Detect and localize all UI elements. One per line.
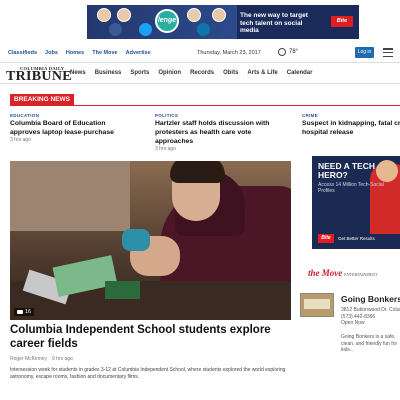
- timestamp: 9 hrs ago: [51, 356, 73, 362]
- sun-icon: [278, 48, 286, 56]
- ad-logo: lenge: [155, 9, 179, 33]
- nav-arts-life[interactable]: Arts & Life: [247, 70, 277, 76]
- main-story-title[interactable]: Columbia Independent School students exp…: [10, 323, 295, 351]
- business-description: Going Bonkers is a safe, clean, and frie…: [341, 334, 398, 353]
- top-banner-ad[interactable]: lenge The new way to target tech talent …: [87, 5, 359, 39]
- breaking-item[interactable]: POLITICS Hartzler staff holds discussion…: [155, 113, 290, 152]
- link-the-move[interactable]: The Move: [92, 50, 117, 56]
- item-title[interactable]: Hartzler staff holds discussion with pro…: [155, 119, 290, 146]
- camera-icon: [17, 310, 23, 314]
- temperature: 78°: [289, 49, 299, 55]
- ad-face: [97, 8, 111, 22]
- item-category: EDUCATION: [10, 113, 40, 118]
- item-category: CRIME: [302, 113, 318, 118]
- link-homes[interactable]: Homes: [66, 50, 84, 56]
- twitter-icon: [139, 23, 152, 36]
- ad-face: [117, 8, 131, 22]
- side-ad[interactable]: NEED A TECH HERO? Access 14 Million Tech…: [312, 156, 400, 249]
- item-title[interactable]: Suspect in kidnapping, fatal crash after…: [302, 119, 400, 137]
- business-name[interactable]: Going Bonkers: [341, 294, 400, 304]
- ad-face: [187, 8, 201, 22]
- breaking-item[interactable]: EDUCATION Columbia Board of Education ap…: [10, 113, 135, 143]
- main-story-meta: Roger McKinney 9 hrs ago: [10, 356, 73, 362]
- facebook-icon: [109, 23, 122, 36]
- logo-big-text: TRIBUNE: [6, 69, 72, 84]
- nav-records[interactable]: Records: [190, 70, 214, 76]
- author[interactable]: Roger McKinney: [10, 356, 47, 362]
- ad-message: The new way to target tech talent on soc…: [240, 12, 308, 34]
- link-advertise[interactable]: Advertise: [126, 50, 151, 56]
- link-classifieds[interactable]: Classifieds: [8, 50, 37, 56]
- main-story-photo[interactable]: 16: [10, 161, 291, 320]
- ad-button[interactable]: Bite: [318, 234, 334, 243]
- item-meta: 3 hrs ago: [10, 137, 31, 143]
- nav-calendar[interactable]: Calendar: [287, 70, 313, 76]
- linkedin-icon: [197, 23, 210, 36]
- business-thumbnail[interactable]: [300, 293, 334, 317]
- item-meta: 3 hrs ago: [155, 146, 176, 152]
- ad-headline: NEED A TECH HERO?: [318, 161, 375, 180]
- nav-opinion[interactable]: Opinion: [158, 70, 181, 76]
- link-jobs[interactable]: Jobs: [45, 50, 58, 56]
- nav-sports[interactable]: Sports: [130, 70, 149, 76]
- weather[interactable]: 78°: [278, 48, 298, 56]
- ad-footer: Get Better Results: [338, 236, 375, 241]
- utility-bar: Classifieds Jobs Homes The Move Advertis…: [0, 46, 400, 60]
- hamburger-menu-icon[interactable]: [383, 48, 393, 57]
- ad-button[interactable]: Bite: [331, 16, 353, 27]
- divider: [10, 105, 400, 106]
- breaking-item[interactable]: CRIME Suspect in kidnapping, fatal crash…: [302, 113, 400, 137]
- current-date: Thursday, March 23, 2017: [197, 50, 261, 56]
- main-story-blurb: Intersession week for students in grades…: [10, 367, 286, 380]
- masthead: COLUMBIA DAILY TRIBUNE News Business Spo…: [0, 62, 400, 84]
- item-title[interactable]: Columbia Board of Education approves lap…: [10, 119, 135, 137]
- business-address: 3812 Buttonwood Dr. Columbia (573) 442-8…: [341, 307, 400, 326]
- nav-business[interactable]: Business: [95, 70, 122, 76]
- section-nav: News Business Sports Opinion Records Obi…: [70, 70, 312, 76]
- item-category: POLITICS: [155, 113, 179, 118]
- login-button[interactable]: Log in: [355, 47, 374, 58]
- ad-subtext: Access 14 Million Tech-Social Profiles: [318, 182, 384, 194]
- nav-obits[interactable]: Obits: [223, 70, 238, 76]
- ad-face: [212, 8, 226, 22]
- utility-links: Classifieds Jobs Homes The Move Advertis…: [8, 50, 151, 56]
- the-move-logo[interactable]: the Move ENTERTAINMENT: [308, 263, 377, 281]
- nav-news[interactable]: News: [70, 70, 86, 76]
- photo-count-badge: 16: [14, 308, 35, 316]
- breaking-news-label: BREAKING NEWS: [10, 94, 74, 105]
